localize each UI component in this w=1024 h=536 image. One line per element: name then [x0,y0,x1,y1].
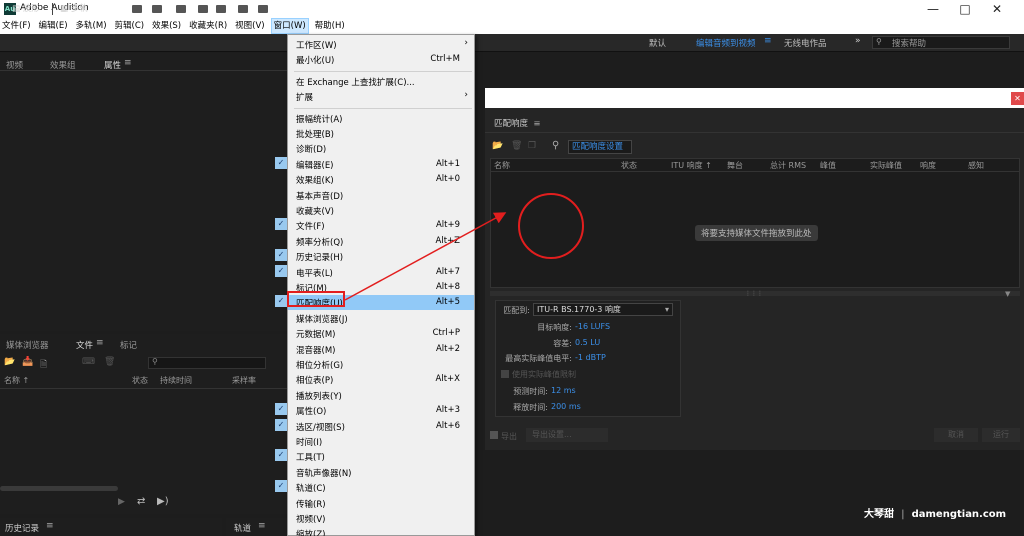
watermark-separator: | [900,509,905,520]
watermark-url: damengtian.com [911,509,1007,520]
watermark-brand: 大琴甜 [864,509,894,520]
callout-arrow-annotation [344,212,507,301]
watermark: 大琴甜 | damengtian.com [864,505,1006,520]
